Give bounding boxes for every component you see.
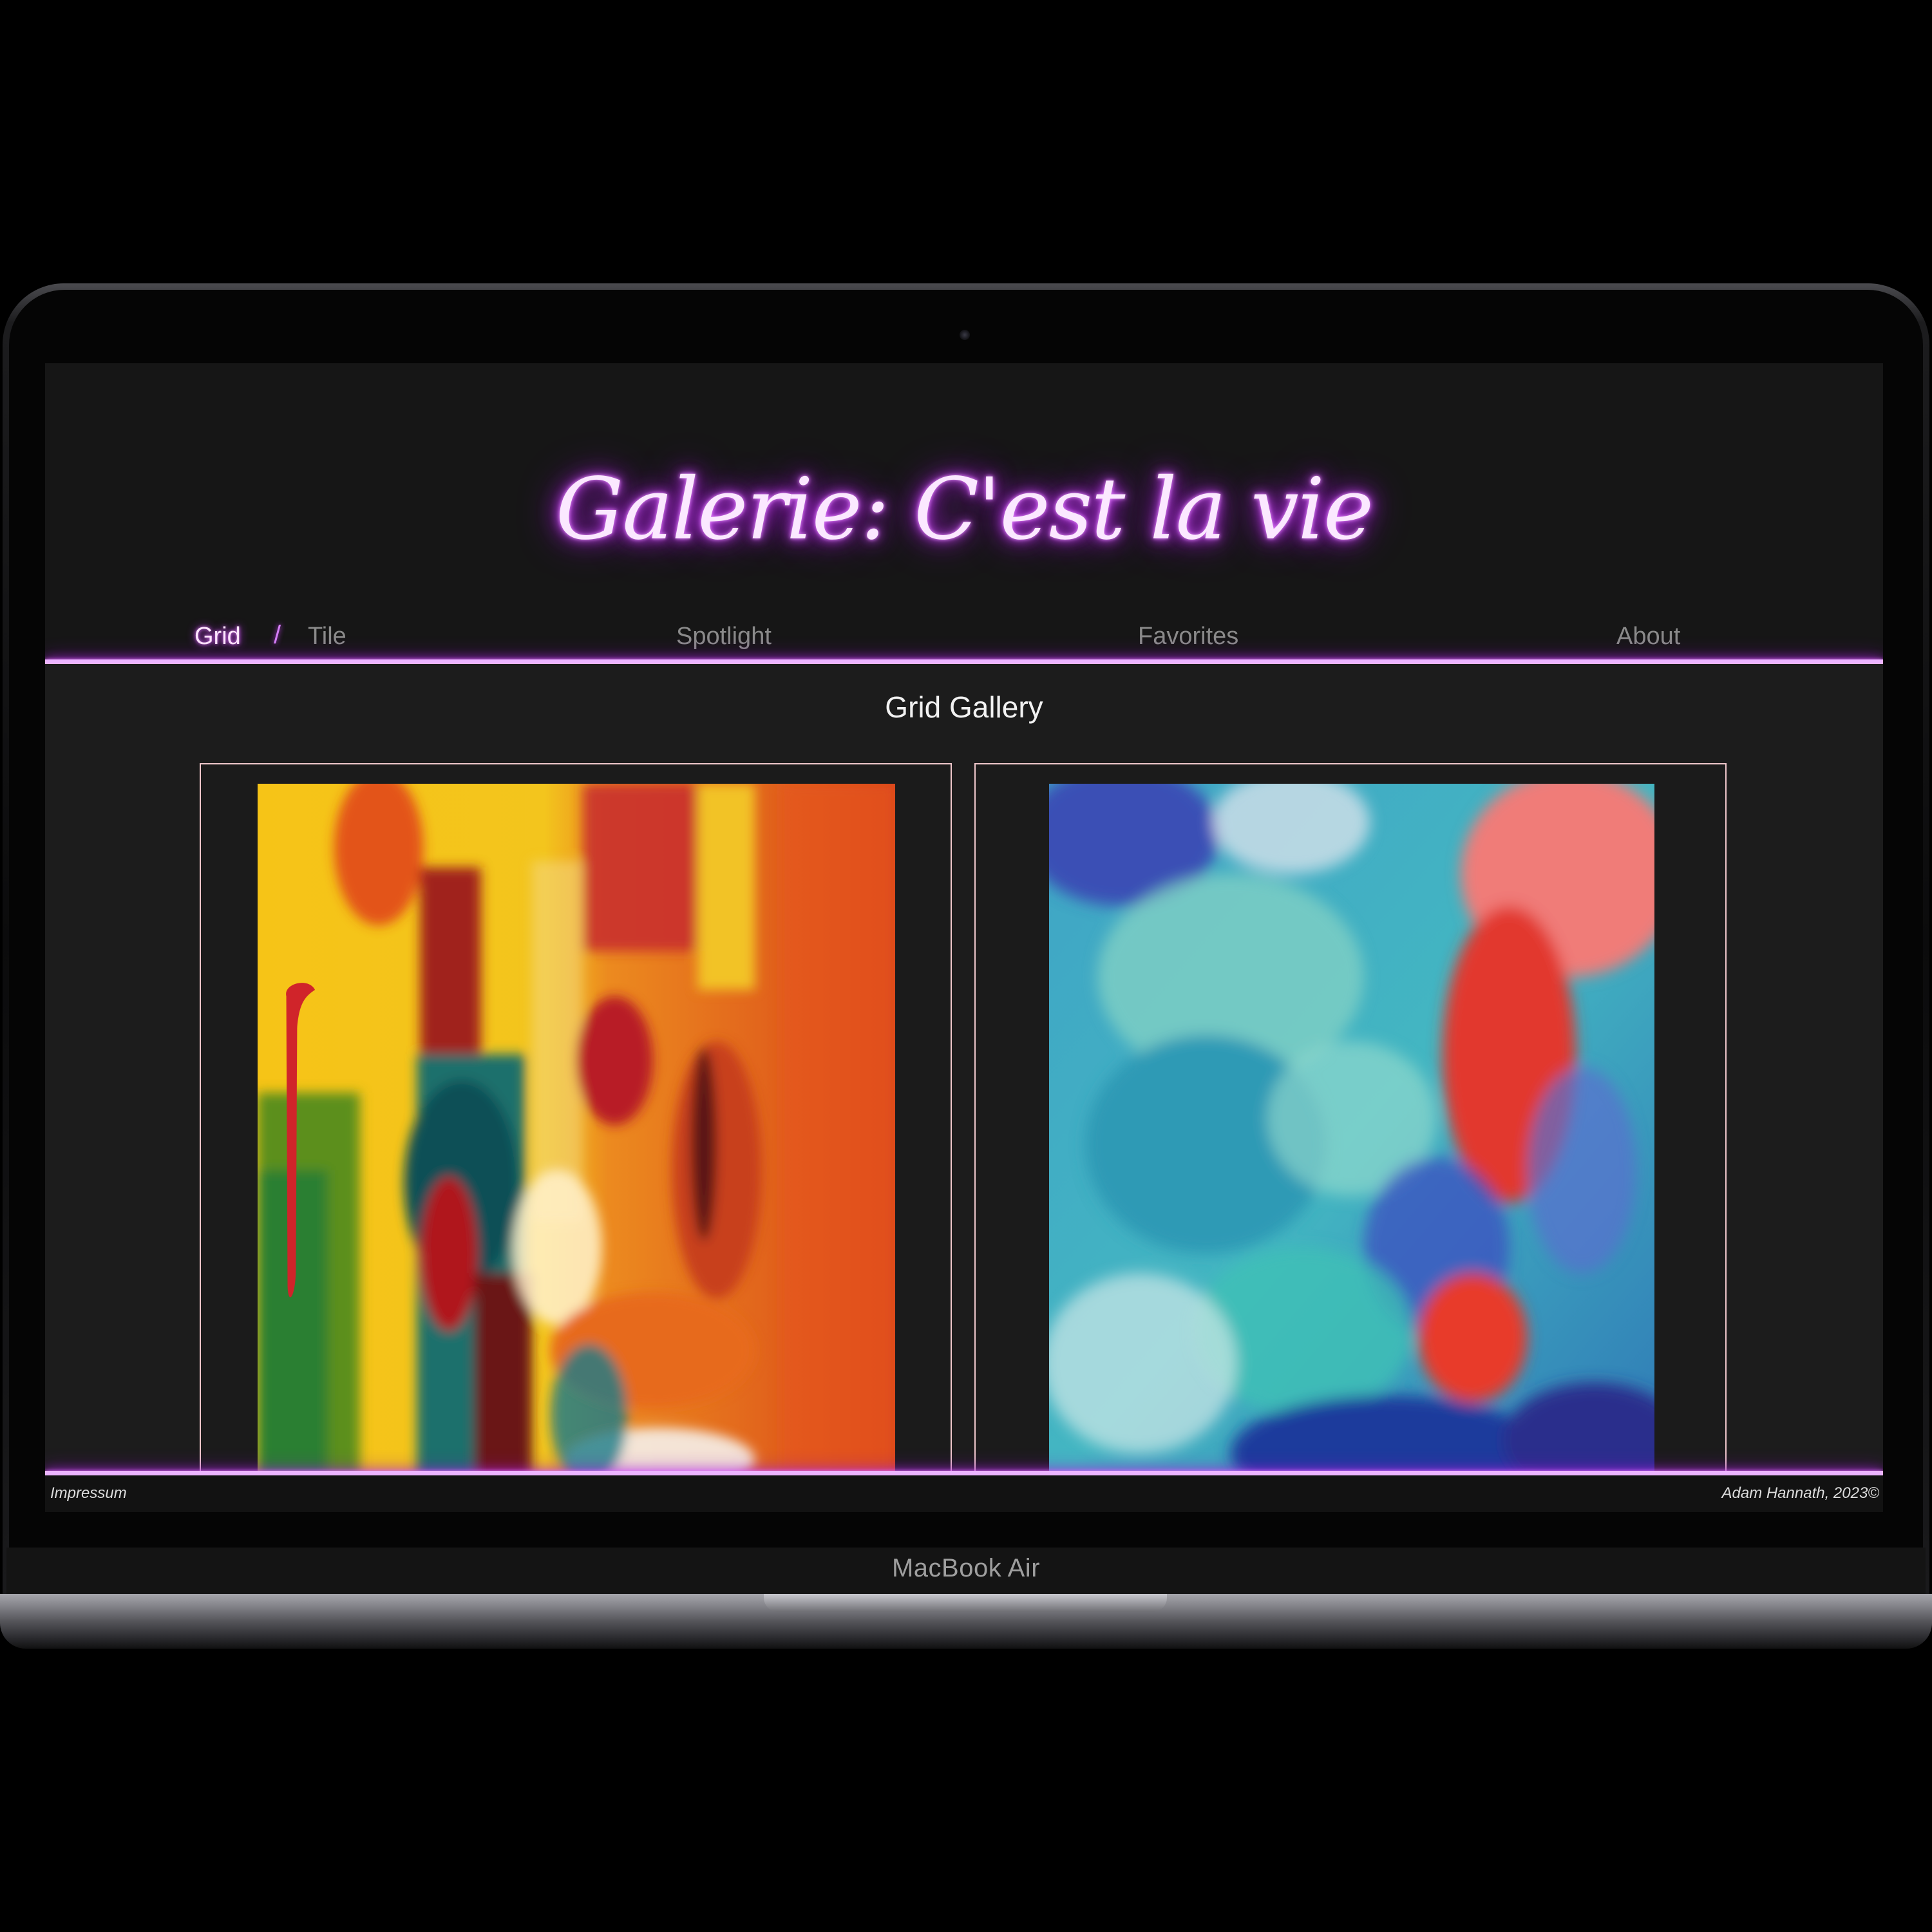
webcam-icon [960,330,970,340]
device-label: MacBook Air [891,1554,1041,1582]
nav-favorites[interactable]: Favorites [1138,623,1238,650]
artwork-image[interactable] [258,784,895,1471]
nav-separator: / [274,621,281,649]
site-title: Galerie: C'est la vie [555,460,1374,559]
nav-about[interactable]: About [1616,623,1680,650]
nav-tile[interactable]: Tile [308,623,346,650]
nav-grid[interactable]: Grid [194,623,241,650]
impressum-link[interactable]: Impressum [50,1484,127,1502]
copyright-text: Adam Hannath, 2023© [1721,1484,1879,1502]
nav-spotlight[interactable]: Spotlight [676,623,772,650]
laptop-hinge-notch [764,1594,1167,1612]
browser-screen: Galerie: C'est la vie Grid / Tile Spotli… [45,363,1883,1512]
neon-divider-bottom [45,1471,1883,1475]
artwork-card[interactable] [200,763,952,1471]
artwork-image[interactable] [1049,784,1654,1471]
gallery-heading: Grid Gallery [885,690,1043,724]
neon-divider-top [45,659,1883,664]
footer: Impressum Adam Hannath, 2023© [45,1475,1883,1512]
stage: Galerie: C'est la vie Grid / Tile Spotli… [0,0,1932,1932]
artwork-card[interactable] [974,763,1727,1471]
gallery-main: Grid Gallery [45,664,1883,1471]
